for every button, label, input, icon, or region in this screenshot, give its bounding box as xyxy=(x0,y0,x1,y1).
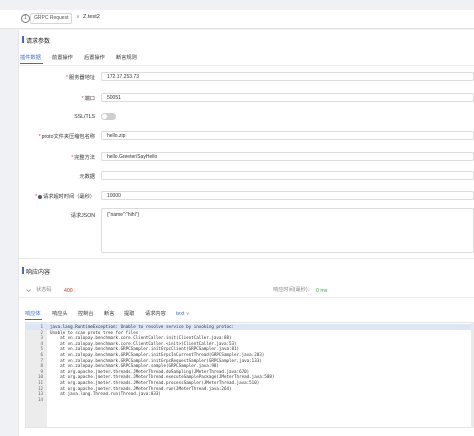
info-circle-icon xyxy=(38,194,43,199)
code-line: 14 xyxy=(26,397,473,403)
tab-plugin-data[interactable]: 插件数据 xyxy=(20,55,41,62)
section-accent-bar xyxy=(22,36,24,43)
proto-zip-input[interactable]: hello.zip xyxy=(101,131,474,140)
tab-pre-processors[interactable]: 前置操作 xyxy=(52,55,73,62)
response-code-editor[interactable]: 1 java.lang.RuntimeException: Unable to r… xyxy=(25,322,474,428)
tabs-divider xyxy=(19,65,474,66)
tab-request-content[interactable]: 请求内容 xyxy=(145,311,166,318)
tab-response-body[interactable]: 响应体 xyxy=(25,311,41,318)
response-section-title: 响应内容 xyxy=(26,270,51,276)
server-address-label: *服务器地址 xyxy=(66,75,95,81)
request-json-label: 请求JSON xyxy=(70,213,95,219)
tab-post-processors[interactable]: 后置操作 xyxy=(84,55,105,62)
chevron-down-icon[interactable] xyxy=(26,288,31,293)
method-select[interactable]: GRPC Request xyxy=(30,13,73,24)
ssl-tls-toggle[interactable] xyxy=(101,113,116,120)
active-tab-indicator xyxy=(25,319,42,320)
tab-assertions[interactable]: 断言规则 xyxy=(116,55,137,62)
status-code-value: 400 xyxy=(64,288,73,294)
request-section-title: 请求参数 xyxy=(26,39,51,45)
ssl-tls-label: SSL/TLS xyxy=(74,114,95,120)
tab-response-headers[interactable]: 响应头 xyxy=(52,311,68,318)
chevron-down-icon: ∨ xyxy=(185,311,190,317)
tab-extract[interactable]: 提取 xyxy=(124,311,134,318)
active-tab-indicator xyxy=(20,63,43,64)
proto-zip-label: *proto文件夹压缩包名称 xyxy=(38,134,95,140)
tab-console[interactable]: 控制台 xyxy=(78,311,94,318)
request-name[interactable]: Z.test2 xyxy=(83,13,100,22)
metadata-input[interactable] xyxy=(101,171,474,180)
deadline-label: * 请求超时时间（毫秒） xyxy=(35,194,95,200)
port-label: *端口 xyxy=(81,96,95,102)
full-method-input[interactable]: hello.Greeter/SayHello xyxy=(101,152,474,161)
tab-assertion[interactable]: 断言 xyxy=(104,311,114,318)
status-code-label: 状态码 xyxy=(36,287,52,293)
section-divider xyxy=(19,258,474,259)
deadline-input[interactable]: 10000 xyxy=(101,191,474,200)
port-input[interactable]: 50051 xyxy=(101,93,474,102)
status-divider xyxy=(19,297,474,298)
section-accent-bar xyxy=(22,267,24,274)
server-address-input[interactable]: 172.17.253.73 xyxy=(101,72,474,81)
full-method-label: *完整方法 xyxy=(71,155,95,161)
response-time-value: 0 ms xyxy=(316,288,328,294)
toggle-knob xyxy=(102,114,107,119)
format-select[interactable]: text ∨ xyxy=(176,311,190,318)
response-time-label: 响应时间(毫秒)： xyxy=(273,287,313,293)
line-number: 14 xyxy=(37,396,43,402)
metadata-label: 元数据 xyxy=(79,174,95,180)
chevron-down-icon[interactable]: ∨ xyxy=(76,13,80,22)
request-json-textarea[interactable]: {"name":"hihi"} xyxy=(101,208,474,253)
step-number-badge: 1 xyxy=(21,14,30,23)
